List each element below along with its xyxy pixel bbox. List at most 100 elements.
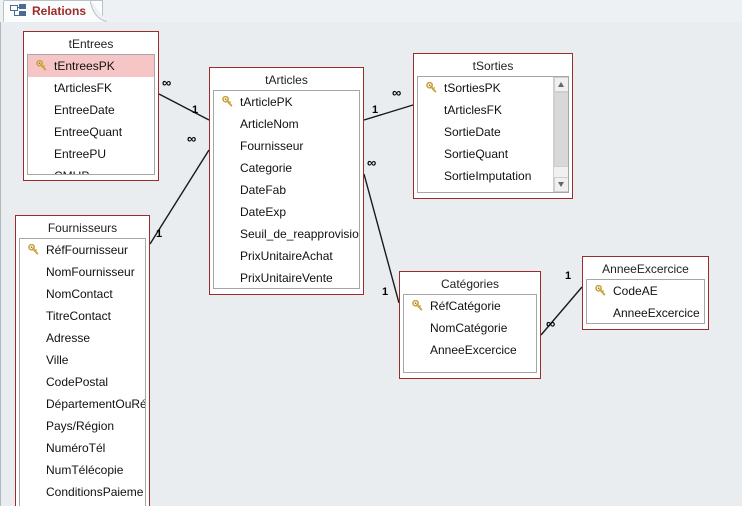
scroll-down-arrow-icon[interactable] xyxy=(554,177,568,192)
field-label: EntreeQuant xyxy=(54,125,123,139)
table-box-tentrees[interactable]: tEntrees tEntreesPK tArticlesFK EntreeDate E… xyxy=(23,31,159,181)
field-label: NomContact xyxy=(46,287,113,301)
table-title: Fournisseurs xyxy=(19,219,146,238)
cardinality-label: 1 xyxy=(565,270,572,282)
access-relationships-window: Relations tEntrees tEntreesPK tArticlesFK E… xyxy=(0,0,742,506)
field-row[interactable]: tEntreesPK xyxy=(28,55,154,77)
field-row[interactable]: tArticlesFK xyxy=(28,77,154,99)
field-row[interactable]: AnneeExcercice xyxy=(404,339,536,361)
field-row[interactable]: tArticlesFK xyxy=(418,99,568,121)
field-label: Seuil_de_reapprovisio xyxy=(240,227,359,241)
field-row[interactable]: PrixUnitaireVente xyxy=(214,267,359,288)
field-row[interactable]: EntreeDate xyxy=(28,99,154,121)
tab-relations[interactable]: Relations xyxy=(3,0,104,22)
field-label: Pays/Région xyxy=(46,419,115,433)
primary-key-icon xyxy=(28,244,39,255)
relationships-icon xyxy=(10,4,27,18)
field-label: TitreContact xyxy=(46,309,111,323)
field-row[interactable]: SortieImputation xyxy=(418,165,568,187)
field-label: tEntreesPK xyxy=(54,59,115,73)
field-label: NomFournisseur xyxy=(46,265,135,279)
tab-label: Relations xyxy=(32,4,87,18)
field-row[interactable]: NumTélécopie xyxy=(20,459,145,481)
field-row[interactable]: Seuil_de_reapprovisio xyxy=(214,223,359,245)
field-label: CMUP xyxy=(444,191,479,192)
field-row[interactable]: Fournisseur xyxy=(214,135,359,157)
field-label: Fournisseur xyxy=(240,139,304,153)
field-label: NomCatégorie xyxy=(430,321,508,335)
table-box-tsorties[interactable]: tSorties tSortiesPK tArticlesFK SortieDate S… xyxy=(413,53,573,199)
field-row[interactable]: Adresse xyxy=(20,327,145,349)
field-row[interactable]: Categorie xyxy=(214,157,359,179)
field-row[interactable]: ArticleNom xyxy=(214,113,359,135)
field-label: tSortiesPK xyxy=(444,81,501,95)
field-list[interactable]: tEntreesPK tArticlesFK EntreeDate EntreeQua… xyxy=(27,54,155,175)
primary-key-icon xyxy=(412,300,423,311)
field-label: AnneeExcercice xyxy=(430,343,517,357)
primary-key-icon xyxy=(426,82,437,93)
field-label: Adresse xyxy=(46,331,91,345)
field-label: EntreePU xyxy=(54,147,107,161)
field-list[interactable]: tArticlePK ArticleNom Fournisseur Categorie… xyxy=(213,90,360,289)
field-label: CodePostal xyxy=(46,375,109,389)
field-label: NuméroTél xyxy=(46,441,106,455)
field-row[interactable]: NomCatégorie xyxy=(404,317,536,339)
field-row[interactable]: Pays/Région xyxy=(20,415,145,437)
field-row[interactable]: tSortiesPK xyxy=(418,77,568,99)
table-box-anneeexcercice[interactable]: AnneeExcercice CodeAE AnneeExcercice xyxy=(582,256,709,330)
field-row[interactable]: tArticlePK xyxy=(214,91,359,113)
primary-key-icon xyxy=(36,60,47,71)
field-row[interactable]: CMUP xyxy=(418,187,568,192)
field-list-scrollbar[interactable] xyxy=(553,77,568,192)
field-list[interactable]: RéfCatégorie NomCatégorie AnneeExcercice xyxy=(403,294,537,373)
field-list[interactable]: RéfFournisseur NomFournisseur NomContact Ti… xyxy=(19,238,146,506)
primary-key-icon xyxy=(595,285,606,296)
field-row[interactable]: NomFournisseur xyxy=(20,261,145,283)
field-row[interactable]: DépartementOuRé xyxy=(20,393,145,415)
field-label: CodeAE xyxy=(613,284,658,298)
field-row[interactable]: AnneeExcercice xyxy=(587,302,704,323)
field-row[interactable]: RéfFournisseur xyxy=(20,239,145,261)
field-label: tArticlePK xyxy=(240,95,293,109)
cardinality-label: ∞ xyxy=(392,85,401,100)
field-label: PrixUnitaireVente xyxy=(240,271,333,285)
field-row[interactable]: PrixUnitaireAchat xyxy=(214,245,359,267)
cardinality-label: 1 xyxy=(156,228,163,240)
field-row[interactable]: CodePostal xyxy=(20,371,145,393)
document-tab-strip: Relations xyxy=(0,0,742,23)
field-row[interactable]: SortieDate xyxy=(418,121,568,143)
field-row[interactable]: SortieQuant xyxy=(418,143,568,165)
field-list[interactable]: tSortiesPK tArticlesFK SortieDate SortieQua… xyxy=(417,76,569,193)
field-row[interactable]: CodeAE xyxy=(587,280,704,302)
cardinality-label: ∞ xyxy=(367,155,376,170)
cardinality-label: ∞ xyxy=(187,131,196,146)
field-row[interactable]: EntreeQuant xyxy=(28,121,154,143)
field-row[interactable]: ConditionsPaieme xyxy=(20,481,145,503)
table-box-cat-gories[interactable]: Catégories RéfCatégorie NomCatégorie AnneeE… xyxy=(399,271,541,379)
field-row[interactable]: Ville xyxy=(20,349,145,371)
field-label: RéfCatégorie xyxy=(430,299,501,313)
field-row[interactable]: NomContact xyxy=(20,283,145,305)
cardinality-label: 1 xyxy=(192,104,199,116)
primary-key-icon xyxy=(222,96,233,107)
field-label: NumTélécopie xyxy=(46,463,124,477)
field-label: SortieImputation xyxy=(444,169,532,183)
field-row[interactable]: CMUP xyxy=(28,165,154,174)
field-row[interactable]: NuméroTél xyxy=(20,437,145,459)
scroll-up-arrow-icon[interactable] xyxy=(554,77,568,92)
table-box-tarticles[interactable]: tArticles tArticlePK ArticleNom Fournisseur… xyxy=(209,67,364,295)
field-row[interactable]: DateExp xyxy=(214,201,359,223)
field-label: DateExp xyxy=(240,205,287,219)
table-box-fournisseurs[interactable]: Fournisseurs RéfFournisseur NomFournisseur… xyxy=(15,215,150,506)
field-row[interactable]: EntreePU xyxy=(28,143,154,165)
field-label: SortieQuant xyxy=(444,147,509,161)
field-label: ArticleNom xyxy=(240,117,299,131)
relationships-canvas[interactable]: tEntrees tEntreesPK tArticlesFK EntreeDate E… xyxy=(0,22,742,506)
field-row[interactable]: TitreContact xyxy=(20,305,145,327)
field-row[interactable]: DateFab xyxy=(214,179,359,201)
scrollbar-thumb[interactable] xyxy=(554,92,568,167)
field-list[interactable]: CodeAE AnneeExcercice xyxy=(586,279,705,324)
field-label: DépartementOuRé xyxy=(46,397,145,411)
field-row[interactable]: RéfCatégorie xyxy=(404,295,536,317)
field-label: Ville xyxy=(46,353,69,367)
